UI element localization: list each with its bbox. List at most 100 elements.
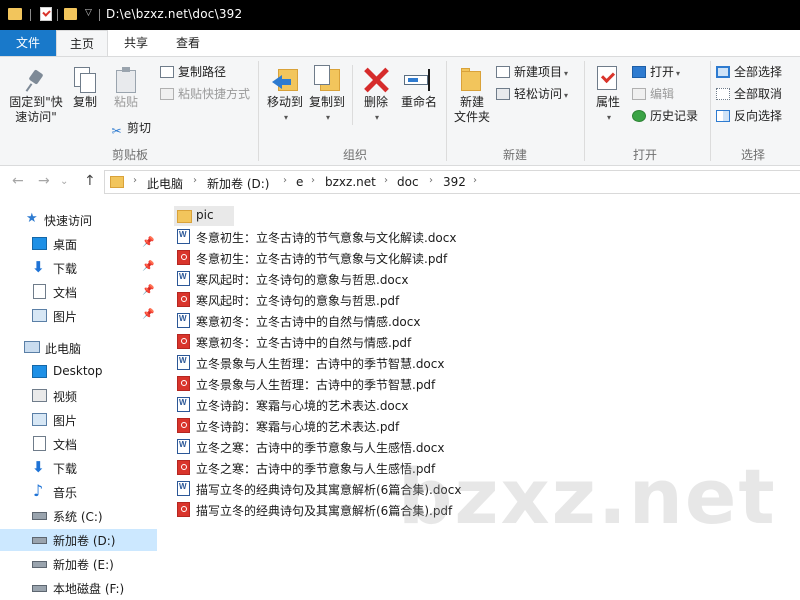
new-folder-quick-icon[interactable] xyxy=(64,8,77,20)
move-to-button[interactable]: 移动到 ▾ xyxy=(264,63,306,125)
forward-arrow-icon[interactable]: → xyxy=(38,173,50,189)
easy-access-icon xyxy=(496,87,510,100)
pin-icon[interactable]: 📌 xyxy=(142,285,154,296)
sidebar-item-label: 图片 xyxy=(53,414,78,428)
sidebar-item-label: 新加卷 (D:) xyxy=(53,534,116,548)
history-button[interactable]: 历史记录 xyxy=(632,107,698,125)
breadcrumb-separator-icon[interactable]: › xyxy=(283,175,287,186)
sidebar-item-label: 本地磁盘 (F:) xyxy=(53,582,125,596)
copy-path-button[interactable]: 复制路径 xyxy=(160,63,226,81)
tab-home[interactable]: 主页 xyxy=(56,30,108,56)
new-folder-button[interactable]: 新建 文件夹 xyxy=(450,63,494,125)
tab-view[interactable]: 查看 xyxy=(164,30,212,56)
pictures-icon xyxy=(32,309,47,322)
delete-button[interactable]: 删除 ▾ xyxy=(358,63,394,125)
pin-icon[interactable]: 📌 xyxy=(142,309,154,320)
pictures-icon xyxy=(32,413,47,426)
sidebar-item-drive-f[interactable]: 本地磁盘 (F:) xyxy=(0,577,157,599)
toolbar-separator xyxy=(57,9,58,21)
select-all-label: 全部选择 xyxy=(734,65,783,79)
breadcrumb-item[interactable]: 新加卷 (D:) xyxy=(207,175,269,192)
word-document-icon xyxy=(177,313,190,328)
breadcrumb-separator-icon[interactable]: › xyxy=(473,175,477,186)
breadcrumb-separator-icon[interactable]: › xyxy=(133,175,137,186)
sidebar-item-drive-c[interactable]: 系统 (C:) xyxy=(0,505,157,527)
properties-button[interactable]: 属性 ▾ xyxy=(588,63,628,125)
pin-icon[interactable]: 📌 xyxy=(142,261,154,272)
sidebar-item-documents-pc[interactable]: 文档 xyxy=(0,433,157,455)
back-arrow-icon[interactable]: ← xyxy=(12,173,24,189)
breadcrumb-separator-icon[interactable]: › xyxy=(311,175,315,186)
paste-shortcut-button[interactable]: 粘贴快捷方式 xyxy=(160,85,250,103)
pdf-document-icon xyxy=(177,376,190,391)
tab-file[interactable]: 文件 xyxy=(0,30,56,56)
sidebar-item-downloads-pc[interactable]: ⬇ 下载 xyxy=(0,457,157,479)
tab-share[interactable]: 共享 xyxy=(112,30,160,56)
copy-path-icon xyxy=(160,65,174,78)
paste-button[interactable]: 粘贴 xyxy=(106,63,146,110)
easy-access-button[interactable]: 轻松访问 ▾ xyxy=(496,85,568,103)
file-name: 寒风起时：立冬诗句的意象与哲思.pdf xyxy=(196,294,400,308)
sidebar-item-pictures[interactable]: 图片 📌 xyxy=(0,305,157,327)
sidebar-item-documents[interactable]: 文档 📌 xyxy=(0,281,157,303)
address-bar[interactable]: › 此电脑 › 新加卷 (D:) › e › bzxz.net › doc › … xyxy=(104,170,800,194)
edit-button[interactable]: 编辑 xyxy=(632,85,674,103)
drive-icon xyxy=(32,561,47,568)
computer-icon xyxy=(24,341,40,353)
sidebar-item-label: 系统 (C:) xyxy=(53,510,103,524)
sidebar-item-music[interactable]: ♪ 音乐 xyxy=(0,481,157,503)
sidebar-item-label: 图片 xyxy=(53,310,78,324)
documents-icon xyxy=(33,284,46,299)
up-arrow-icon[interactable]: ↑ xyxy=(84,173,96,189)
select-none-button[interactable]: 全部取消 xyxy=(716,85,782,103)
sidebar-item-drive-d[interactable]: 新加卷 (D:) xyxy=(0,529,157,551)
scissors-icon: ✂ xyxy=(111,123,122,138)
select-all-icon xyxy=(716,65,730,78)
sidebar-item-desktop[interactable]: 桌面 📌 xyxy=(0,233,157,255)
recent-locations-icon[interactable]: ⌄ xyxy=(60,176,68,187)
sidebar-item-downloads[interactable]: ⬇ 下载 📌 xyxy=(0,257,157,279)
sidebar-item-label: 视频 xyxy=(53,390,78,404)
breadcrumb-item[interactable]: 392 xyxy=(443,175,466,189)
breadcrumb-item[interactable]: e xyxy=(296,175,303,189)
breadcrumb-item[interactable]: 此电脑 xyxy=(147,175,183,192)
cut-label: 剪切 xyxy=(127,121,152,135)
paste-label: 粘贴 xyxy=(113,95,138,109)
cut-button[interactable]: ✂ 剪切 xyxy=(110,119,152,138)
download-arrow-icon: ⬇ xyxy=(32,258,45,276)
list-item[interactable]: pic xyxy=(174,206,234,226)
pin-icon[interactable]: 📌 xyxy=(142,237,154,248)
pin-quick-access-button[interactable]: 固定到"快 速访问" xyxy=(4,63,68,125)
sidebar-item-videos[interactable]: 视频 xyxy=(0,385,157,407)
pdf-document-icon xyxy=(177,292,190,307)
word-document-icon xyxy=(177,481,190,496)
new-group-label: 新建 xyxy=(502,148,527,162)
copy-to-button[interactable]: 复制到 ▾ xyxy=(306,63,348,125)
delete-icon xyxy=(363,67,389,93)
select-all-button[interactable]: 全部选择 xyxy=(716,63,782,81)
invert-selection-button[interactable]: 反向选择 xyxy=(716,107,782,125)
breadcrumb-item[interactable]: bzxz.net xyxy=(325,175,376,189)
file-name: 寒意初冬：立冬古诗中的自然与情感.pdf xyxy=(196,336,412,350)
properties-quick-icon[interactable] xyxy=(40,7,52,21)
invert-selection-icon xyxy=(716,109,730,122)
open-button[interactable]: 打开 ▾ xyxy=(632,63,680,81)
sidebar-item-this-pc[interactable]: 此电脑 xyxy=(0,337,157,359)
sidebar-item-quick-access[interactable]: ★ 快速访问 xyxy=(0,209,157,231)
breadcrumb-separator-icon[interactable]: › xyxy=(429,175,433,186)
copy-button[interactable]: 复制 xyxy=(66,63,104,110)
rename-label: 重命名 xyxy=(400,95,437,109)
sidebar-item-pictures-pc[interactable]: 图片 xyxy=(0,409,157,431)
new-item-button[interactable]: 新建项目 ▾ xyxy=(496,63,568,81)
new-folder-label: 新建 文件夹 xyxy=(453,95,490,124)
system-drive-icon xyxy=(32,512,47,520)
pdf-document-icon xyxy=(177,460,190,475)
breadcrumb-separator-icon[interactable]: › xyxy=(384,175,388,186)
select-group-label: 选择 xyxy=(740,148,765,162)
sidebar-item-drive-e[interactable]: 新加卷 (E:) xyxy=(0,553,157,575)
sidebar-item-desktop-pc[interactable]: Desktop xyxy=(0,361,157,383)
breadcrumb-separator-icon[interactable]: › xyxy=(193,175,197,186)
rename-button[interactable]: 重命名 xyxy=(396,63,442,110)
quick-access-dropdown-icon[interactable]: ▽ xyxy=(85,8,92,18)
breadcrumb-item[interactable]: doc xyxy=(397,175,419,189)
